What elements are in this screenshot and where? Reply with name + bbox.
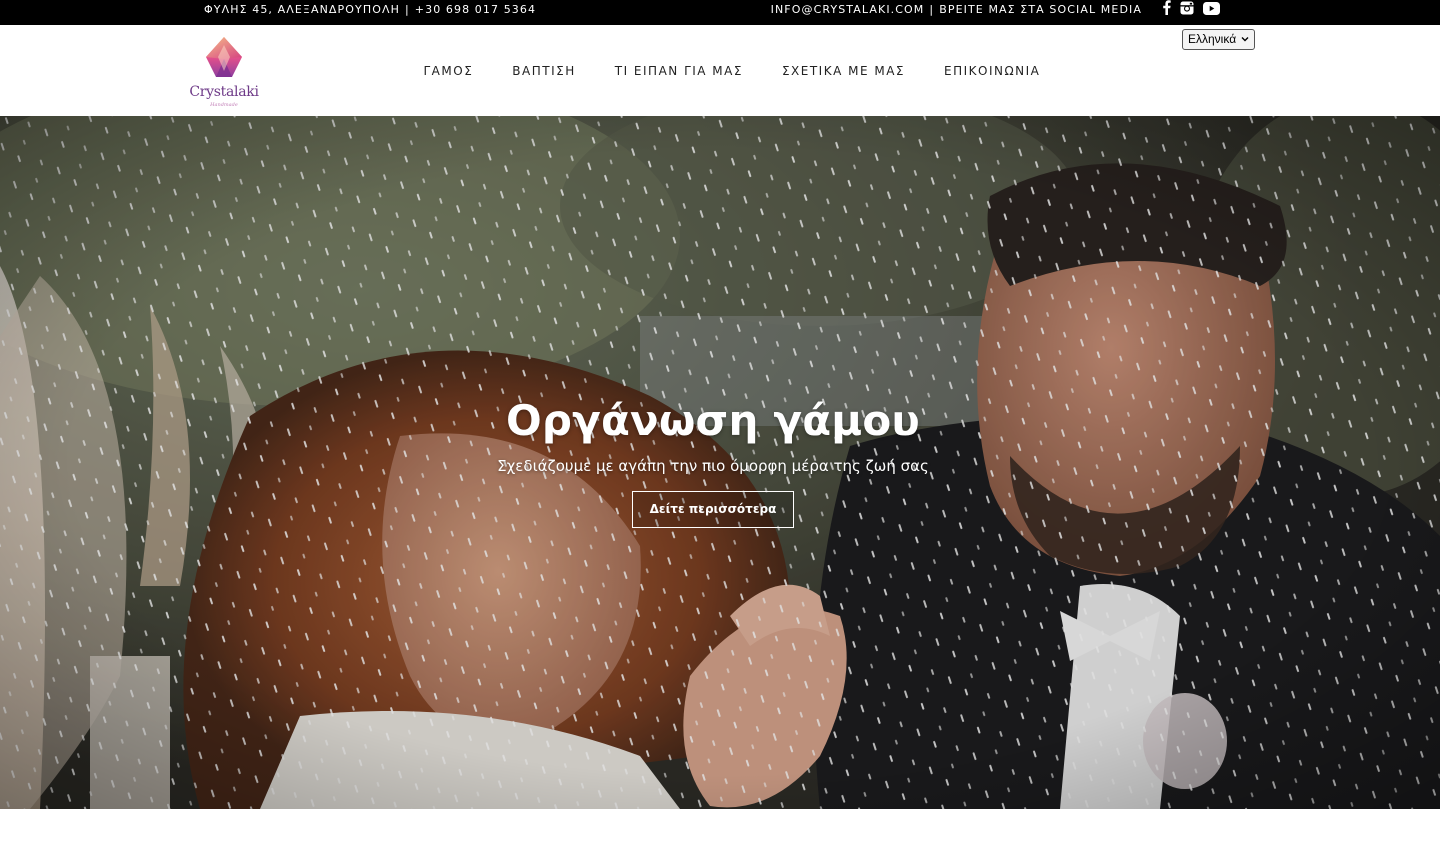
- instagram-icon[interactable]: [1180, 0, 1194, 19]
- main-nav: ΓΑΜΟΣ ΒΑΠΤΙΣΗ ΤΙ ΕΙΠΑΝ ΓΙΑ ΜΑΣ ΣΧΕΤΙΚΑ Μ…: [404, 59, 1060, 83]
- site-header: Crystalaki Handmade ΓΑΜΟΣ ΒΑΠΤΙΣΗ ΤΙ ΕΙΠ…: [0, 25, 1440, 116]
- separator: |: [404, 3, 410, 16]
- hero-section: Οργάνωση γάμου Σχεδιάζουμε με αγάπη την …: [0, 116, 1440, 809]
- nav-item-baptism[interactable]: ΒΑΠΤΙΣΗ: [493, 59, 595, 83]
- separator: |: [929, 3, 935, 16]
- nav-item-about[interactable]: ΣΧΕΤΙΚΑ ΜΕ ΜΑΣ: [762, 59, 924, 83]
- phone-link[interactable]: +30 698 017 5364: [415, 3, 536, 16]
- nav-item-testimonials[interactable]: ΤΙ ΕΙΠΑΝ ΓΙΑ ΜΑΣ: [595, 59, 762, 83]
- see-more-button[interactable]: Δείτε περισσότερα: [632, 491, 794, 528]
- nav-item-wedding[interactable]: ΓΑΜΟΣ: [404, 59, 493, 83]
- logo-text: Crystalaki: [189, 84, 259, 100]
- language-select-value: Ελληνικά: [1188, 32, 1237, 46]
- logo[interactable]: Crystalaki Handmade: [186, 35, 262, 109]
- facebook-icon[interactable]: [1162, 0, 1171, 19]
- youtube-icon[interactable]: [1203, 0, 1220, 19]
- contact-info: ΦΥΛΗΣ 45, ΑΛΕΞΑΝΔΡΟΥΠΟΛΗ | +30 698 017 536…: [204, 0, 536, 19]
- logo-subtext: Handmade: [210, 102, 238, 108]
- chevron-down-icon: [1241, 37, 1249, 42]
- top-bar: ΦΥΛΗΣ 45, ΑΛΕΞΑΝΔΡΟΥΠΟΛΗ | +30 698 017 536…: [0, 0, 1440, 25]
- nav-item-contact[interactable]: ΕΠΙΚΟΙΝΩΝΙΑ: [925, 59, 1060, 83]
- social-label: ΒΡΕΙΤΕ ΜΑΣ ΣΤΑ SOCIAL MEDIA: [939, 3, 1142, 16]
- crystal-logo-icon: [206, 37, 242, 77]
- social-links: [1162, 0, 1220, 19]
- address-text: ΦΥΛΗΣ 45, ΑΛΕΞΑΝΔΡΟΥΠΟΛΗ: [204, 3, 400, 16]
- language-select[interactable]: Ελληνικά: [1182, 29, 1255, 50]
- hero-subtitle: Σχεδιάζουμε με αγάπη την πιο όμορφη μέρα…: [497, 457, 929, 475]
- email-link[interactable]: INFO@CRYSTALAKI.COM: [771, 3, 925, 16]
- hero-title: Οργάνωση γάμου: [506, 396, 920, 445]
- content-area: [0, 809, 1440, 850]
- topbar-links: INFO@CRYSTALAKI.COM | ΒΡΕΙΤΕ ΜΑΣ ΣΤΑ SOCIA…: [771, 0, 1142, 19]
